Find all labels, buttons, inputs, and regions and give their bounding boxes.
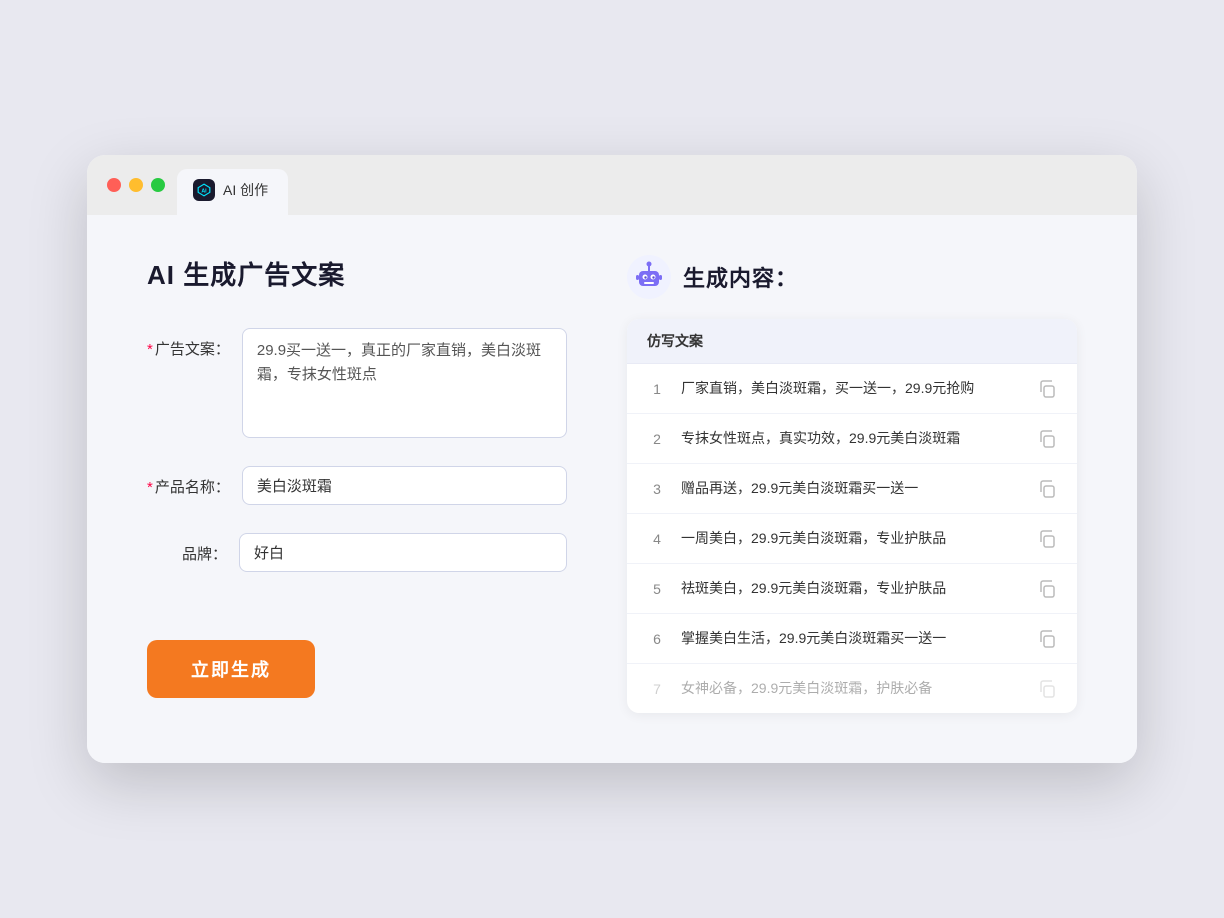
table-row: 2 专抹女性斑点，真实功效，29.9元美白淡斑霜 [627,414,1077,464]
ad-copy-textarea[interactable]: 29.9买一送一，真正的厂家直销，美白淡斑霜，专抹女性斑点 [242,328,567,438]
tab-label: AI 创作 [223,180,268,200]
required-star-product: * [147,479,153,496]
row-num: 1 [647,381,667,397]
table-header: 仿写文案 [627,319,1077,364]
row-num: 3 [647,481,667,497]
table-row: 6 掌握美白生活，29.9元美白淡斑霜买一送一 [627,614,1077,664]
row-num: 7 [647,681,667,697]
results-table: 仿写文案 1 厂家直销，美白淡斑霜，买一送一，29.9元抢购 2 专抹女性斑点 [627,319,1077,713]
row-num: 2 [647,431,667,447]
row-text: 赠品再送，29.9元美白淡斑霜买一送一 [681,478,1023,499]
row-text: 厂家直销，美白淡斑霜，买一送一，29.9元抢购 [681,378,1023,399]
brand-input[interactable] [239,533,567,572]
traffic-lights [107,178,165,206]
brand-label: 品牌： [147,533,227,564]
row-num: 5 [647,581,667,597]
copy-icon[interactable] [1037,529,1057,549]
copy-icon[interactable] [1037,579,1057,599]
required-star-ad: * [147,341,153,358]
row-text: 专抹女性斑点，真实功效，29.9元美白淡斑霜 [681,428,1023,449]
robot-icon [627,255,671,299]
copy-icon[interactable] [1037,429,1057,449]
browser-window: AI AI 创作 AI 生成广告文案 *广告文案： 29.9买一送一，真正的厂家… [87,155,1137,763]
ad-copy-label: *广告文案： [147,328,230,359]
row-num: 6 [647,631,667,647]
copy-icon[interactable] [1037,379,1057,399]
titlebar: AI AI 创作 [87,155,1137,215]
row-text: 女神必备，29.9元美白淡斑霜，护肤必备 [681,678,1023,699]
copy-icon[interactable] [1037,479,1057,499]
table-row: 1 厂家直销，美白淡斑霜，买一送一，29.9元抢购 [627,364,1077,414]
ai-tab-icon: AI [193,179,215,201]
product-name-label: *产品名称： [147,466,230,497]
table-row: 4 一周美白，29.9元美白淡斑霜，专业护肤品 [627,514,1077,564]
maximize-button[interactable] [151,178,165,192]
close-button[interactable] [107,178,121,192]
ai-tab[interactable]: AI AI 创作 [177,169,288,215]
browser-content: AI 生成广告文案 *广告文案： 29.9买一送一，真正的厂家直销，美白淡斑霜，… [87,215,1137,763]
right-panel-title: 生成内容： [683,261,798,293]
row-text: 掌握美白生活，29.9元美白淡斑霜买一送一 [681,628,1023,649]
main-layout: AI 生成广告文案 *广告文案： 29.9买一送一，真正的厂家直销，美白淡斑霜，… [147,255,1077,713]
row-text: 祛斑美白，29.9元美白淡斑霜，专业护肤品 [681,578,1023,599]
left-panel: AI 生成广告文案 *广告文案： 29.9买一送一，真正的厂家直销，美白淡斑霜，… [147,255,567,713]
page-title: AI 生成广告文案 [147,255,567,292]
brand-group: 品牌： [147,533,567,572]
right-panel: 生成内容： 仿写文案 1 厂家直销，美白淡斑霜，买一送一，29.9元抢购 [627,255,1077,713]
copy-icon[interactable] [1037,629,1057,649]
minimize-button[interactable] [129,178,143,192]
table-row: 5 祛斑美白，29.9元美白淡斑霜，专业护肤品 [627,564,1077,614]
ad-copy-group: *广告文案： 29.9买一送一，真正的厂家直销，美白淡斑霜，专抹女性斑点 [147,328,567,438]
table-row: 7 女神必备，29.9元美白淡斑霜，护肤必备 [627,664,1077,713]
product-name-group: *产品名称： [147,466,567,505]
product-name-input[interactable] [242,466,567,505]
table-row: 3 赠品再送，29.9元美白淡斑霜买一送一 [627,464,1077,514]
right-header: 生成内容： [627,255,1077,299]
row-text: 一周美白，29.9元美白淡斑霜，专业护肤品 [681,528,1023,549]
svg-text:AI: AI [201,188,207,194]
generate-button[interactable]: 立即生成 [147,640,315,698]
row-num: 4 [647,531,667,547]
copy-icon[interactable] [1037,679,1057,699]
